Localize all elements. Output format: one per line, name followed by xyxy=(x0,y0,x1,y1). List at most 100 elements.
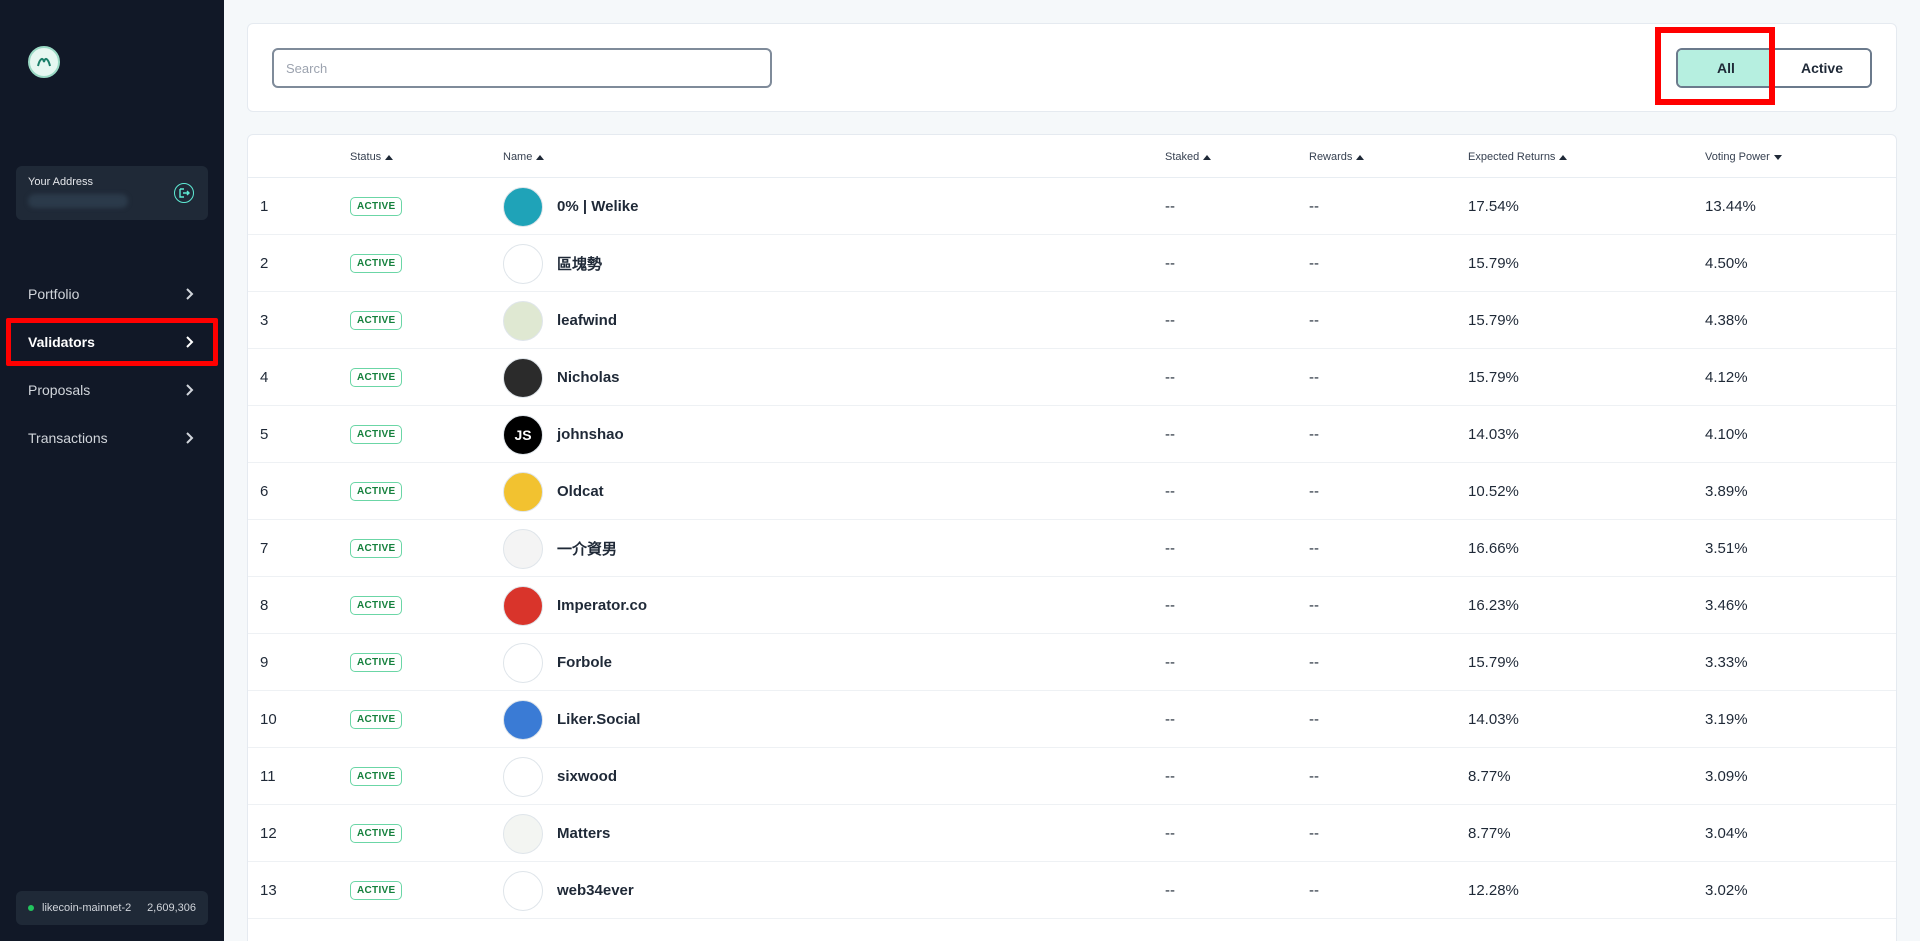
logout-icon[interactable] xyxy=(174,183,194,203)
table-row[interactable]: 5 ACTIVE JS johnshao -- -- 14.03% 4.10% xyxy=(248,406,1896,463)
validator-name[interactable]: johnshao xyxy=(557,426,624,443)
validator-cell[interactable]: Oldcat xyxy=(503,463,604,520)
expected-returns-cell: 17.54% xyxy=(1468,198,1519,215)
table-row[interactable]: 7 ACTIVE 一介資男 -- -- 16.66% 3.51% xyxy=(248,520,1896,577)
expected-returns-cell: 15.79% xyxy=(1468,654,1519,671)
validator-avatar xyxy=(503,756,543,797)
table-row[interactable]: 4 ACTIVE Nicholas -- -- 15.79% 4.12% xyxy=(248,349,1896,406)
validator-avatar xyxy=(503,300,543,341)
status-cell: ACTIVE xyxy=(350,577,403,634)
rewards-cell: -- xyxy=(1309,312,1319,329)
staked-cell: -- xyxy=(1165,312,1175,329)
table-row[interactable]: 9 ACTIVE Forbole -- -- 15.79% 3.33% xyxy=(248,634,1896,691)
column-header-expected-returns[interactable]: Expected Returns xyxy=(1468,151,1568,163)
filter-active-button[interactable]: Active xyxy=(1774,50,1870,86)
status-cell: ACTIVE xyxy=(350,406,403,463)
rewards-cell: -- xyxy=(1309,711,1319,728)
column-header-label: Status xyxy=(350,151,382,163)
validator-cell[interactable]: 0% | Welike xyxy=(503,178,638,235)
rewards-cell: -- xyxy=(1309,426,1319,443)
status-badge: ACTIVE xyxy=(350,710,403,729)
status-cell: ACTIVE xyxy=(350,805,403,862)
voting-power-cell: 3.33% xyxy=(1705,654,1748,671)
validator-name[interactable]: Nicholas xyxy=(557,369,620,386)
column-header-voting-power[interactable]: Voting Power xyxy=(1705,151,1782,163)
expected-returns-cell: 14.03% xyxy=(1468,711,1519,728)
validator-name[interactable]: Oldcat xyxy=(557,483,604,500)
sort-desc-icon xyxy=(1773,154,1782,160)
sort-asc-icon xyxy=(536,154,545,160)
validator-name[interactable]: 一介資男 xyxy=(557,538,617,559)
expected-returns-cell: 12.28% xyxy=(1468,882,1519,899)
status-badge: ACTIVE xyxy=(350,482,403,501)
voting-power-cell: 3.89% xyxy=(1705,483,1748,500)
validator-cell[interactable]: Matters xyxy=(503,805,610,862)
validator-name[interactable]: sixwood xyxy=(557,768,617,785)
rewards-cell: -- xyxy=(1309,768,1319,785)
filter-all-button[interactable]: All xyxy=(1678,50,1774,86)
app-logo-icon[interactable] xyxy=(28,46,60,78)
validator-cell[interactable]: 區塊勢 xyxy=(503,235,602,292)
address-label: Your Address xyxy=(28,176,94,188)
validator-name[interactable]: leafwind xyxy=(557,312,617,329)
column-header-name[interactable]: Name xyxy=(503,151,545,163)
validator-name[interactable]: Imperator.co xyxy=(557,597,647,614)
validator-avatar xyxy=(503,243,543,284)
status-badge: ACTIVE xyxy=(350,254,403,273)
sidebar-item-validators[interactable]: Validators xyxy=(6,318,218,366)
validator-cell[interactable]: Forbole xyxy=(503,634,612,691)
validator-cell[interactable]: leafwind xyxy=(503,292,617,349)
validator-cell[interactable]: Nicholas xyxy=(503,349,620,406)
voting-power-cell: 4.10% xyxy=(1705,426,1748,443)
validator-cell[interactable]: Imperator.co xyxy=(503,577,647,634)
validator-cell[interactable]: Liker.Social xyxy=(503,691,640,748)
validator-cell[interactable]: 一介資男 xyxy=(503,520,617,577)
table-row[interactable]: 6 ACTIVE Oldcat -- -- 10.52% 3.89% xyxy=(248,463,1896,520)
network-status: likecoin-mainnet-2 2,609,306 xyxy=(16,891,208,925)
table-row[interactable]: 11 ACTIVE sixwood -- -- 8.77% 3.09% xyxy=(248,748,1896,805)
validator-cell[interactable]: JS johnshao xyxy=(503,406,624,463)
voting-power-cell: 4.12% xyxy=(1705,369,1748,386)
validator-cell[interactable]: web34ever xyxy=(503,862,634,919)
validator-avatar xyxy=(503,471,543,512)
validator-name[interactable]: Liker.Social xyxy=(557,711,640,728)
column-header-staked[interactable]: Staked xyxy=(1165,151,1212,163)
staked-cell: -- xyxy=(1165,711,1175,728)
validator-name[interactable]: Forbole xyxy=(557,654,612,671)
search-input[interactable] xyxy=(272,48,772,88)
chevron-right-icon xyxy=(186,336,194,348)
validator-cell[interactable]: sixwood xyxy=(503,748,617,805)
table-row[interactable]: 12 ACTIVE Matters -- -- 8.77% 3.04% xyxy=(248,805,1896,862)
validator-name[interactable]: 區塊勢 xyxy=(557,253,602,274)
status-cell: ACTIVE xyxy=(350,463,403,520)
validator-name[interactable]: web34ever xyxy=(557,882,634,899)
validator-avatar xyxy=(503,870,543,911)
status-badge: ACTIVE xyxy=(350,539,403,558)
rewards-cell: -- xyxy=(1309,825,1319,842)
table-row[interactable]: 13 ACTIVE web34ever -- -- 12.28% 3.02% xyxy=(248,862,1896,919)
validator-name[interactable]: 0% | Welike xyxy=(557,198,638,215)
voting-power-cell: 4.50% xyxy=(1705,255,1748,272)
sidebar-item-transactions[interactable]: Transactions xyxy=(6,414,218,462)
rank-cell: 8 xyxy=(260,597,269,614)
table-row[interactable]: 3 ACTIVE leafwind -- -- 15.79% 4.38% xyxy=(248,292,1896,349)
address-value-blurred xyxy=(28,194,128,208)
status-badge: ACTIVE xyxy=(350,368,403,387)
expected-returns-cell: 16.66% xyxy=(1468,540,1519,557)
online-status-icon xyxy=(28,905,34,911)
table-row[interactable]: 10 ACTIVE Liker.Social -- -- 14.03% 3.19% xyxy=(248,691,1896,748)
sidebar-item-portfolio[interactable]: Portfolio xyxy=(6,270,218,318)
table-row[interactable]: 8 ACTIVE Imperator.co -- -- 16.23% 3.46% xyxy=(248,577,1896,634)
voting-power-cell: 3.46% xyxy=(1705,597,1748,614)
table-row[interactable]: 2 ACTIVE 區塊勢 -- -- 15.79% 4.50% xyxy=(248,235,1896,292)
rewards-cell: -- xyxy=(1309,540,1319,557)
voting-power-cell: 3.02% xyxy=(1705,882,1748,899)
column-header-rewards[interactable]: Rewards xyxy=(1309,151,1365,163)
rank-cell: 7 xyxy=(260,540,269,557)
table-row[interactable]: 1 ACTIVE 0% | Welike -- -- 17.54% 13.44% xyxy=(248,178,1896,235)
column-header-status[interactable]: Status xyxy=(350,151,394,163)
sidebar-item-proposals[interactable]: Proposals xyxy=(6,366,218,414)
validator-name[interactable]: Matters xyxy=(557,825,610,842)
voting-power-cell: 3.19% xyxy=(1705,711,1748,728)
rewards-cell: -- xyxy=(1309,597,1319,614)
